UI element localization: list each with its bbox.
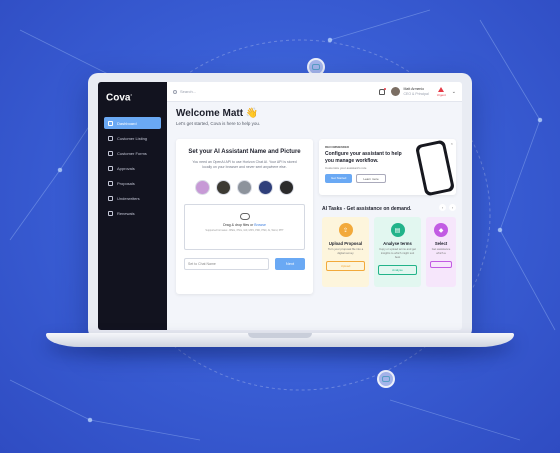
laptop-frame: Cova• Dashboard Customer Listing Customer … — [88, 73, 472, 339]
topbar: Search... Matt Armenio CEO & Principal U… — [167, 82, 462, 102]
float-bubble-bottom — [377, 370, 395, 388]
chevron-left-icon[interactable]: ‹ — [439, 204, 446, 211]
sidebar-item-label: Dashboard — [117, 120, 137, 126]
welcome-section: Welcome Matt 👋 Let's get started, Cova i… — [167, 102, 462, 126]
document-icon — [108, 180, 113, 186]
dropzone-text: Drag & drop files or — [223, 222, 254, 227]
sidebar-item-label: Customer Listing — [117, 135, 148, 141]
tasks-heading: AI Tasks - Get assistance on demand. — [322, 206, 412, 212]
sidebar: Cova• Dashboard Customer Listing Customer … — [98, 82, 167, 330]
task-action-button[interactable]: Upload — [326, 260, 365, 271]
upload-dropzone[interactable]: Drag & drop files or Browse Supported fo… — [184, 203, 305, 250]
search-input[interactable]: Search... — [173, 89, 379, 94]
task-description: Get assistance which a — [431, 247, 451, 255]
select-icon: ◆ — [434, 223, 448, 237]
brand-logo[interactable]: Cova• — [106, 92, 161, 103]
sidebar-item-label: Renewals — [117, 210, 135, 216]
user-role: CEO & Principal — [403, 91, 429, 96]
avatar-option[interactable] — [195, 179, 210, 195]
user-info[interactable]: Matt Armenio CEO & Principal — [403, 87, 428, 96]
upload-icon: ⇪ — [338, 223, 353, 237]
sidebar-item-label: Underwriters — [117, 195, 140, 201]
sidebar-item-customer-forms[interactable]: Customer Forms — [104, 147, 161, 159]
page-title: Welcome Matt 👋 — [176, 108, 259, 119]
cloud-upload-icon — [239, 212, 250, 220]
main-content: Search... Matt Armenio CEO & Principal U… — [167, 82, 462, 330]
urgent-alert[interactable]: Urgent — [436, 86, 446, 97]
avatar[interactable] — [391, 87, 401, 96]
task-description: Copy or upload terms and get insights to… — [379, 247, 416, 259]
briefcase-icon — [108, 195, 113, 201]
recommended-title: Configure your assistant to help you man… — [325, 151, 402, 164]
home-icon — [108, 120, 113, 126]
dropzone-formats: Supported formates: JPEG, PNG, GIF, MP4,… — [205, 228, 284, 232]
close-icon[interactable]: × — [451, 141, 453, 146]
setup-description: You need an OpenAI API to use Horizon Ch… — [192, 160, 297, 169]
sidebar-item-underwriters[interactable]: Underwriters — [104, 192, 161, 204]
form-icon — [108, 150, 113, 156]
document-icon: ▤ — [390, 223, 405, 237]
learn-more-button[interactable]: Learn more — [356, 174, 386, 183]
task-action-button[interactable] — [430, 260, 452, 268]
search-placeholder: Search... — [180, 89, 197, 94]
sidebar-item-dashboard[interactable]: Dashboard — [104, 117, 161, 130]
notification-bell-icon[interactable] — [379, 87, 387, 95]
refresh-icon — [108, 210, 113, 216]
task-title: Select — [434, 241, 448, 246]
chat-name-input[interactable]: Set to Chat Name — [184, 257, 269, 270]
sidebar-item-renewals[interactable]: Renewals — [104, 207, 161, 219]
chevron-down-icon[interactable]: ⌄ — [452, 89, 456, 95]
check-icon — [108, 165, 113, 171]
browse-link[interactable]: Browse — [254, 223, 266, 227]
task-action-button[interactable]: Analyse — [378, 264, 417, 275]
get-started-button[interactable]: Get Started — [325, 174, 353, 183]
urgent-label: Urgent — [436, 92, 446, 97]
task-title: Upload Proposal — [328, 241, 363, 246]
sidebar-item-label: Customer Forms — [117, 150, 147, 156]
sidebar-item-label: Approvals — [117, 165, 135, 171]
sidebar-item-label: Proposals — [117, 180, 135, 186]
app-screen: Cova• Dashboard Customer Listing Customer … — [98, 82, 462, 330]
avatar-option[interactable] — [258, 179, 273, 195]
page-subtitle: Let's get started, Cova is here to help … — [176, 121, 261, 126]
sidebar-item-proposals[interactable]: Proposals — [104, 177, 161, 189]
search-icon — [173, 89, 177, 94]
task-card[interactable]: ▤ Analyse terms Copy or upload terms and g… — [374, 217, 421, 287]
assistant-setup-card: Set your AI Assistant Name and Picture Y… — [176, 139, 313, 294]
warning-icon — [438, 86, 445, 92]
laptop-notch — [248, 333, 312, 338]
avatar-option[interactable] — [279, 179, 294, 195]
task-description: Turn your proposal file into a digital s… — [327, 247, 364, 255]
sidebar-item-approvals[interactable]: Approvals — [104, 162, 161, 174]
next-button[interactable]: Next — [275, 257, 305, 270]
task-card[interactable]: ◆ Select Get assistance which a — [426, 217, 456, 287]
setup-title: Set your AI Assistant Name and Picture — [188, 149, 301, 155]
avatar-option[interactable] — [216, 179, 231, 195]
recommended-card: RECOMMENDED Configure your assistant to … — [319, 139, 456, 197]
avatar-picker — [184, 179, 305, 195]
task-title: Analyse terms — [383, 241, 412, 246]
avatar-option[interactable] — [237, 179, 252, 195]
chevron-right-icon[interactable]: › — [449, 204, 456, 211]
task-card[interactable]: ⇪ Upload Proposal Turn your proposal file … — [322, 217, 369, 287]
users-icon — [108, 135, 113, 141]
sidebar-item-customer-listing[interactable]: Customer Listing — [104, 132, 161, 144]
